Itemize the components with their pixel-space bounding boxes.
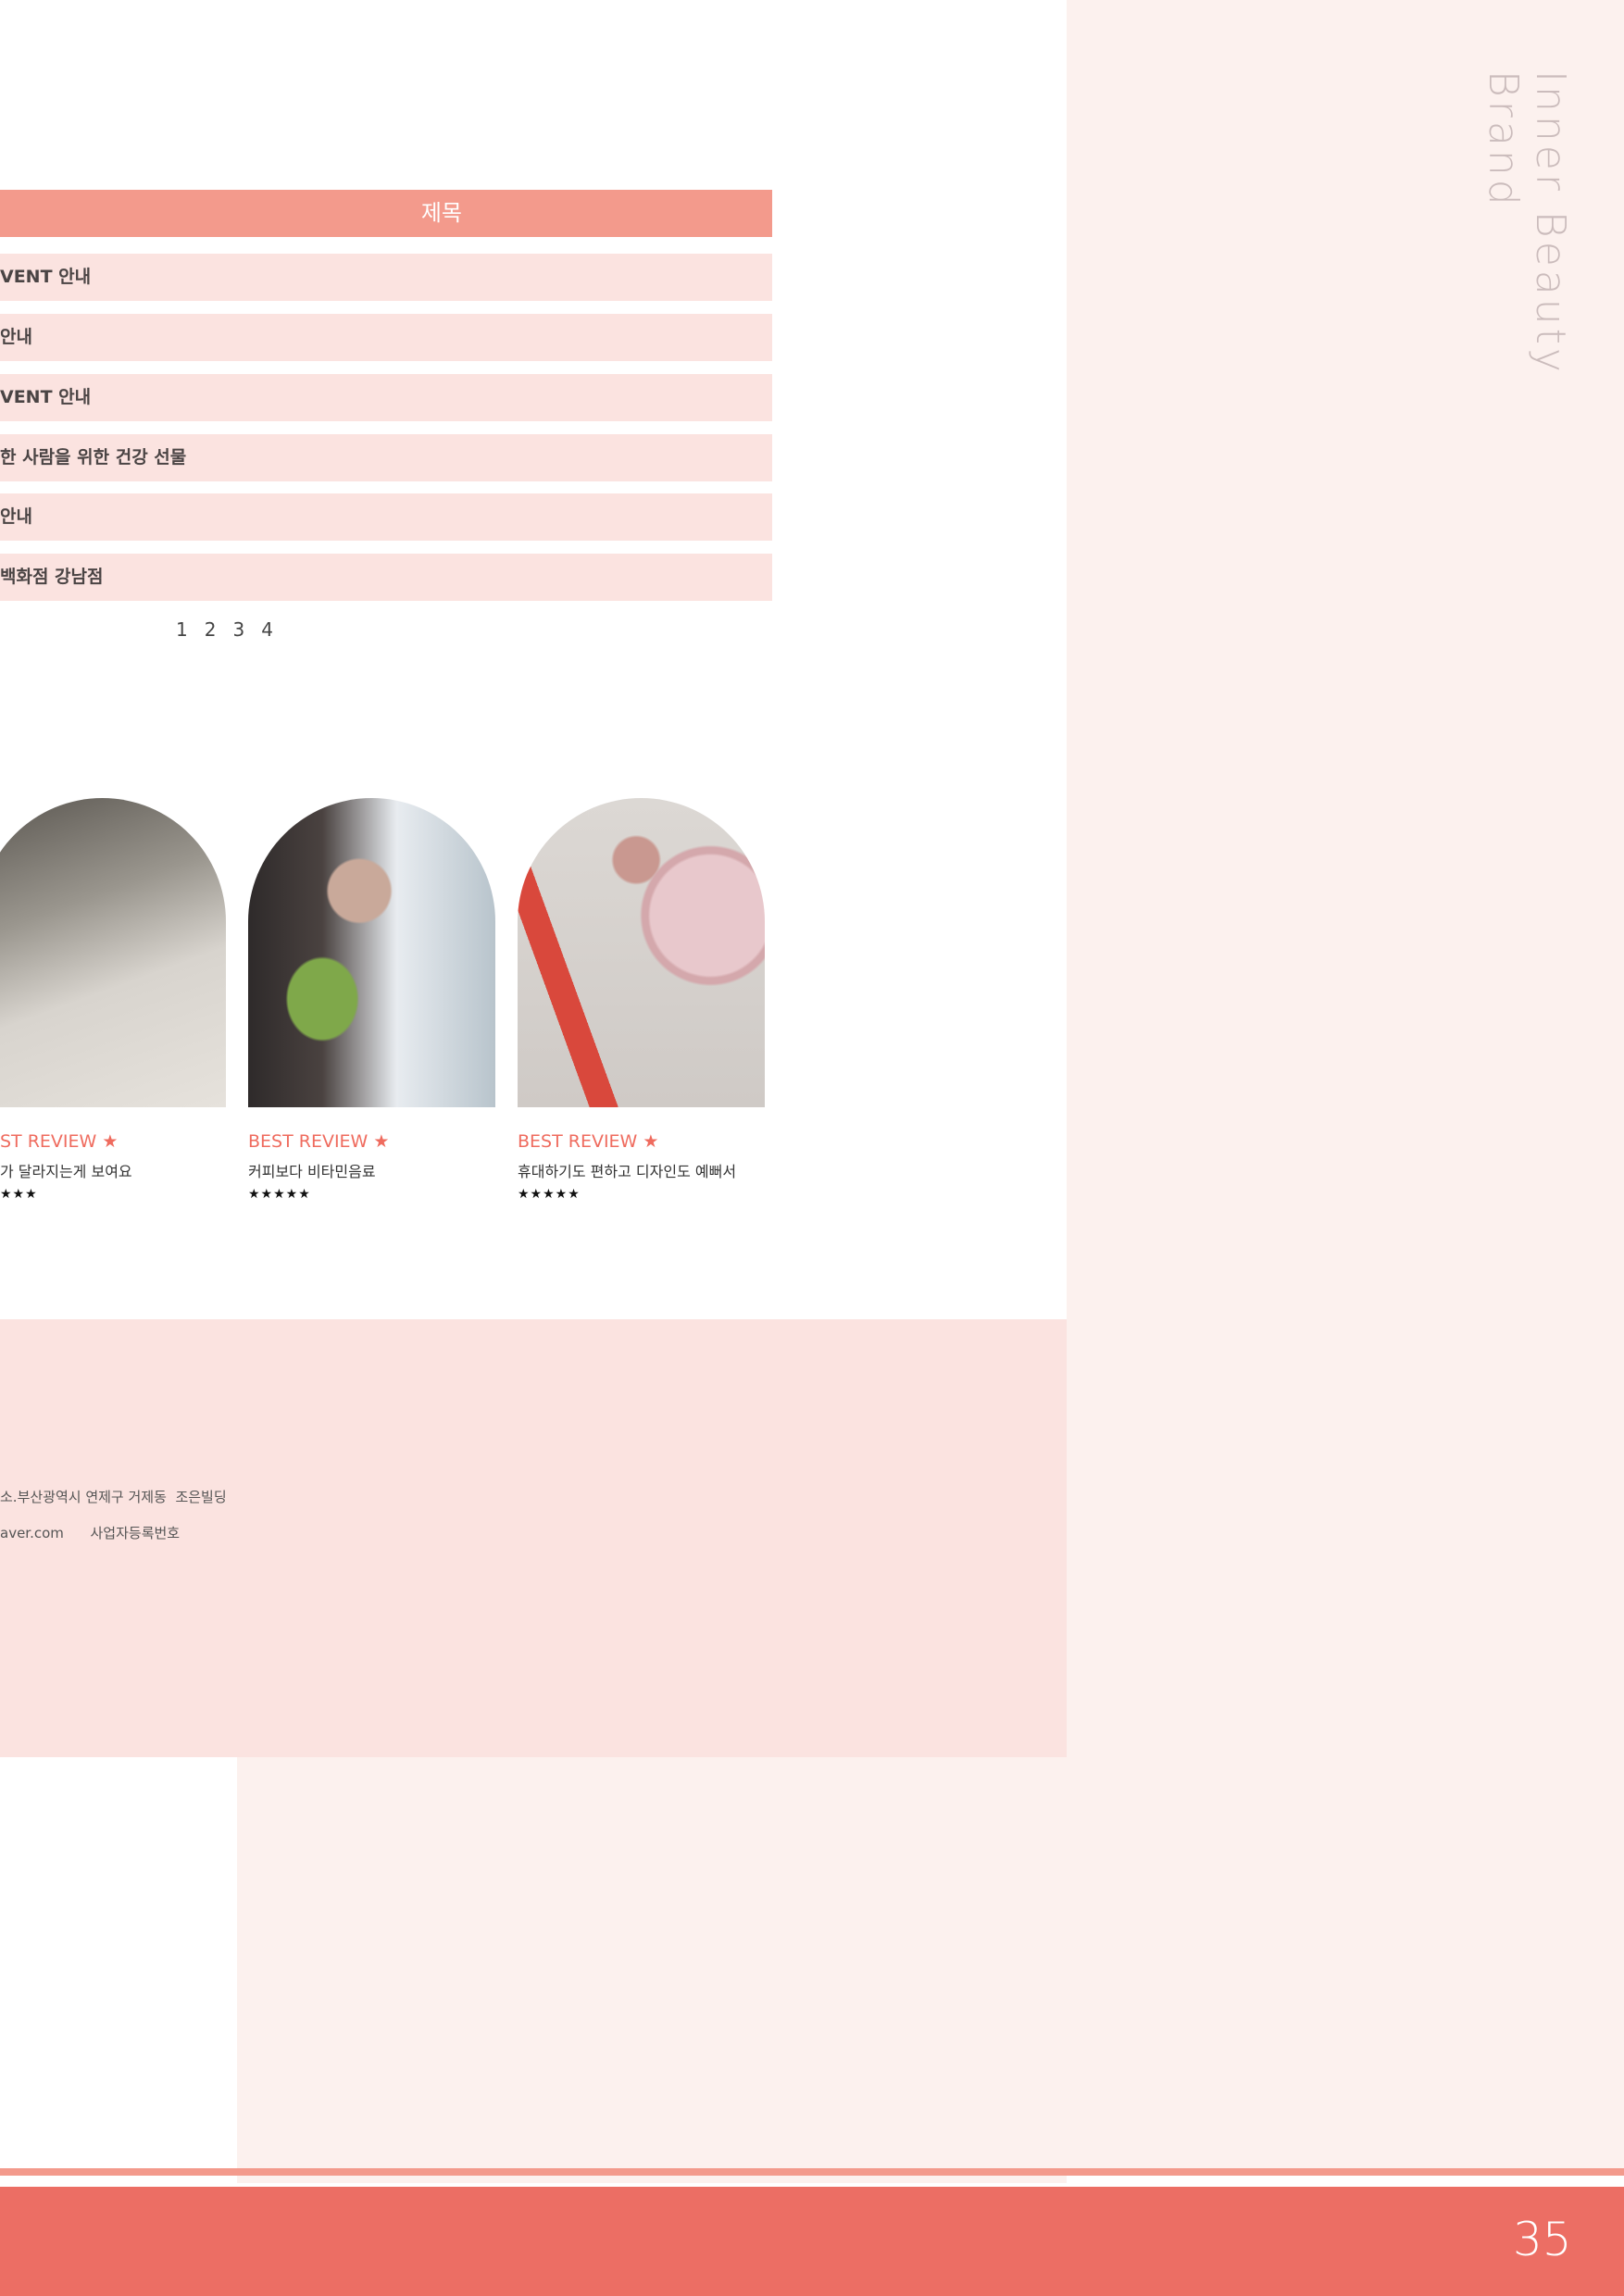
review-text: 휴대하기도 편하고 디자인도 예뻐서: [518, 1163, 737, 1180]
page-number: 35: [1513, 2213, 1572, 2266]
review-label: BEST REVIEW ★: [248, 1131, 390, 1152]
table-header-title: 제목: [0, 190, 772, 237]
review-label: ST REVIEW ★: [0, 1131, 119, 1152]
review-image-glass: [0, 798, 226, 1107]
brand-vertical-text: Inner Beauty Brand: [1480, 70, 1574, 376]
page-link-3[interactable]: 3: [232, 618, 244, 641]
footer-address: 소.부산광역시 연제구 거제동 조은빌딩: [0, 1489, 227, 1505]
rating-stars: ★★★★★: [518, 1187, 581, 1202]
review-card[interactable]: BEST REVIEW ★ 커피보다 비타민음료 ★★★★★: [248, 798, 495, 1202]
review-text: 가 달라지는게 보여요: [0, 1163, 132, 1180]
divider-stripe: [0, 2168, 1624, 2176]
review-label: BEST REVIEW ★: [518, 1131, 659, 1152]
review-image-powder: [518, 798, 765, 1107]
bottom-bar: [0, 2187, 1624, 2296]
review-card[interactable]: BEST REVIEW ★ 휴대하기도 편하고 디자인도 예뻐서 ★★★★★: [518, 798, 765, 1202]
page-link-1[interactable]: 1: [176, 618, 188, 641]
page-link-4[interactable]: 4: [261, 618, 273, 641]
footer-contact: aver.com 사업자등록번호: [0, 1525, 181, 1541]
rating-stars: ★★★: [0, 1187, 38, 1202]
review-card[interactable]: ST REVIEW ★ 가 달라지는게 보여요 ★★★: [0, 798, 226, 1202]
page-link-2[interactable]: 2: [205, 618, 217, 641]
table-row[interactable]: VENT 안내: [0, 374, 772, 421]
table-row[interactable]: VENT 안내: [0, 254, 772, 301]
table-row[interactable]: 안내: [0, 314, 772, 361]
table-row[interactable]: 안내: [0, 493, 772, 541]
table-row[interactable]: 백화점 강남점: [0, 554, 772, 601]
review-text: 커피보다 비타민음료: [248, 1163, 376, 1180]
pagination: 1 2 3 4: [176, 618, 273, 641]
review-image-drink: [248, 798, 495, 1107]
table-row[interactable]: 한 사람을 위한 건강 선물: [0, 434, 772, 481]
lower-panel: [237, 1757, 1067, 2183]
rating-stars: ★★★★★: [248, 1187, 311, 1202]
